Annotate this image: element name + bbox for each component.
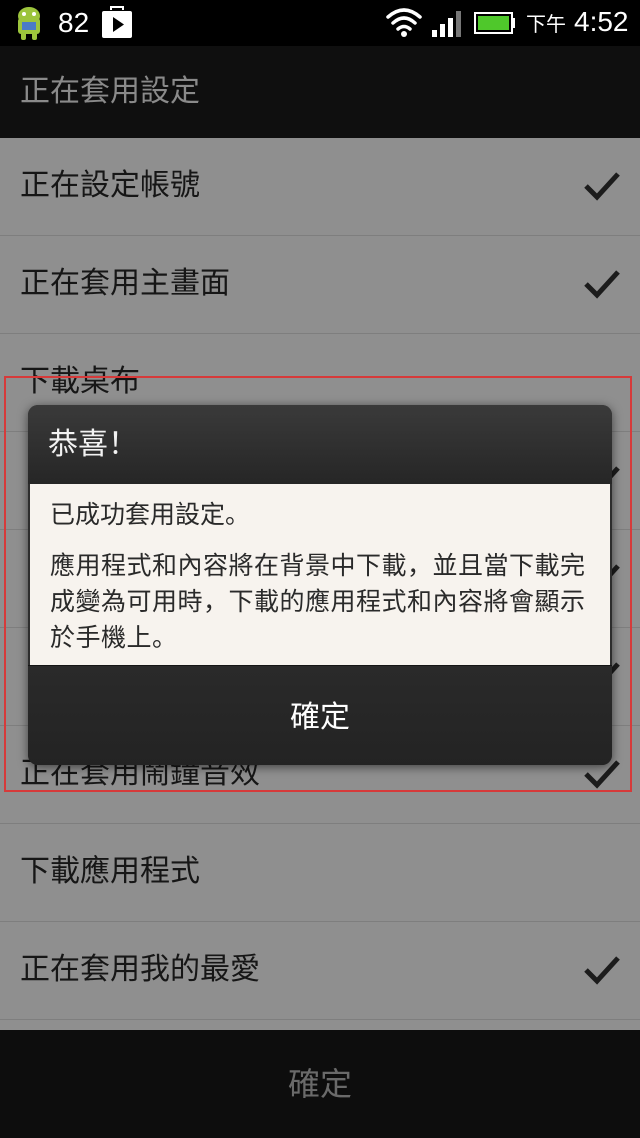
checkmark-icon: [584, 172, 620, 201]
screen: 82 下午 4:52 正在套用設定 正在設定帳號 正在套用主畫面 下載桌布 正在…: [0, 0, 640, 1138]
bottom-bar: 確定: [0, 1030, 640, 1138]
checkmark-icon: [584, 956, 620, 985]
status-bar: 82 下午 4:52: [0, 0, 640, 46]
notification-count: 82: [58, 7, 90, 38]
signal-icon: [432, 11, 461, 37]
dialog-ok-button[interactable]: 確定: [28, 666, 612, 765]
dialog-detail: 應用程式和內容將在背景中下載，並且當下載完成變為可用時，下載的應用程式和內容將會…: [50, 551, 586, 652]
congrats-dialog: 恭喜！ 已成功套用設定。 應用程式和內容將在背景中下載，並且當下載完成變為可用時…: [28, 405, 612, 765]
list-item-label: 正在設定帳號: [20, 168, 200, 203]
list-item-label: 正在套用我的最愛: [20, 952, 260, 987]
checkmark-icon: [584, 270, 620, 299]
list-item: 正在設定帳號: [0, 138, 640, 236]
dialog-footer: 確定: [28, 665, 612, 765]
dialog-header: 恭喜！: [28, 405, 612, 484]
clock-time: 4:52: [574, 6, 629, 37]
dialog-body: 已成功套用設定。 應用程式和內容將在背景中下載，並且當下載完成變為可用時，下載的…: [30, 484, 610, 665]
list-item-label: 下載桌布: [20, 364, 140, 399]
wifi-icon: [386, 8, 422, 37]
android-icon: [18, 7, 40, 40]
list-item: 正在套用我的最愛: [0, 922, 640, 1020]
list-item: 下載應用程式: [0, 824, 640, 922]
clock-ampm: 下午: [526, 12, 566, 36]
play-store-icon: [102, 6, 132, 38]
list-item-label: 下載應用程式: [20, 854, 200, 889]
dialog-message: 已成功套用設定。: [50, 500, 251, 529]
list-item: 正在套用主畫面: [0, 236, 640, 334]
list-item-label: 正在套用主畫面: [20, 266, 230, 301]
confirm-button[interactable]: 確定: [0, 1030, 640, 1138]
page-title: 正在套用設定: [20, 74, 200, 109]
title-bar: 正在套用設定: [0, 46, 640, 138]
dialog-title: 恭喜！: [48, 427, 138, 462]
battery-icon: [474, 12, 515, 34]
